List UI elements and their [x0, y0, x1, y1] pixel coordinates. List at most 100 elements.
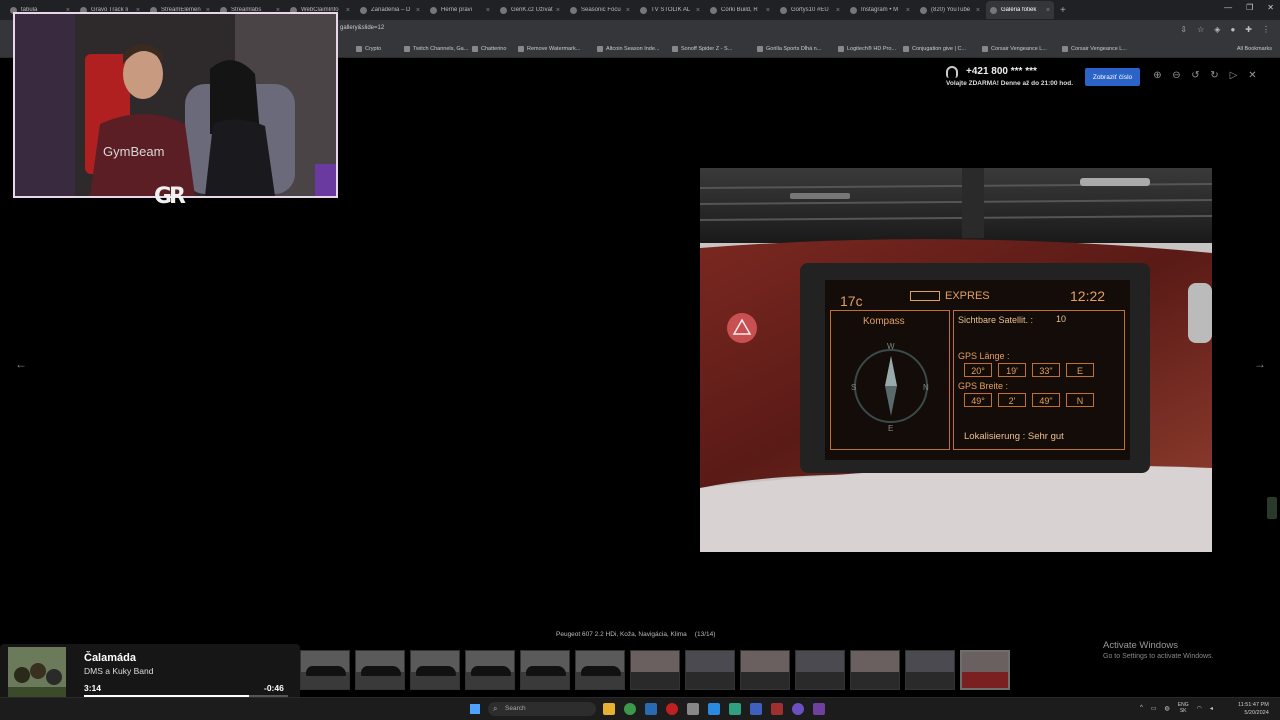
extension-icon[interactable]: ● [1230, 25, 1235, 34]
app-icon[interactable] [750, 703, 762, 715]
browser-tab[interactable]: (820) YouTube × [916, 1, 984, 19]
tab-close-icon[interactable]: × [416, 7, 420, 14]
gallery-thumbnail[interactable] [685, 650, 735, 690]
browser-tab[interactable]: Herné pravi × [426, 1, 494, 19]
gallery-thumbnail[interactable] [795, 650, 845, 690]
file-explorer-icon[interactable] [603, 703, 615, 715]
language-indicator[interactable]: ENG SK [1178, 702, 1189, 714]
app-icon[interactable] [708, 703, 720, 715]
store-icon[interactable] [645, 703, 657, 715]
obs-icon[interactable] [792, 703, 804, 715]
tab-close-icon[interactable]: × [836, 7, 840, 14]
nav-mode: EXPRES [945, 290, 990, 302]
app-icon[interactable] [729, 703, 741, 715]
discord-icon[interactable] [813, 703, 825, 715]
browser-tab[interactable]: Corki Build, R × [706, 1, 774, 19]
browser-tab[interactable]: TV STOLÍK AL × [636, 1, 704, 19]
zoom-out-icon[interactable]: ⊖ [1171, 70, 1182, 81]
menu-icon[interactable]: ⋮ [1262, 25, 1270, 34]
clock-time: 11:51:47 PM [1238, 702, 1269, 708]
phone-subtitle: Volajte ZDARMA! Denne až do 21:00 hod. [946, 80, 1074, 87]
close-window-icon[interactable]: ✕ [1267, 3, 1274, 12]
all-bookmarks[interactable]: All Bookmarks [1237, 46, 1272, 52]
browser-tab[interactable]: Zariadenia – D × [356, 1, 424, 19]
gallery-thumbnail[interactable] [905, 650, 955, 690]
tab-close-icon[interactable]: × [486, 7, 490, 14]
browser-tab[interactable]: Galéria fotiek × [986, 1, 1054, 19]
bookmark-item[interactable]: Corsair Vengeance L... [1062, 46, 1127, 52]
bookmark-item[interactable]: Gorilla Sports Dĺhá n... [757, 46, 821, 52]
gallery-thumbnail[interactable] [850, 650, 900, 690]
browser-tab[interactable]: Instagram • M × [846, 1, 914, 19]
new-tab-button[interactable]: + [1060, 5, 1066, 16]
close-gallery-icon[interactable]: ✕ [1247, 70, 1258, 81]
side-panel-handle[interactable] [1267, 497, 1277, 519]
url-field[interactable]: gallery&slide=12 [340, 25, 384, 31]
mic-icon[interactable]: ◍ [1165, 705, 1170, 712]
minimize-icon[interactable]: — [1224, 3, 1232, 12]
slideshow-icon[interactable]: ▷ [1228, 70, 1239, 81]
tab-favicon-icon [360, 6, 367, 14]
install-icon[interactable]: ⇩ [1180, 25, 1187, 34]
gallery-thumbnail[interactable] [300, 650, 350, 690]
gallery-thumbnail[interactable] [960, 650, 1010, 690]
next-arrow-icon[interactable]: → [1254, 357, 1266, 371]
tab-close-icon[interactable]: × [1046, 7, 1050, 14]
wifi-icon[interactable]: ◠ [1197, 705, 1202, 712]
tab-close-icon[interactable]: × [556, 7, 560, 14]
browser-tab[interactable]: GenK.cz Užívat × [496, 1, 564, 19]
show-number-button[interactable]: Zobraziť číslo [1085, 68, 1140, 86]
bookmark-favicon-icon [838, 46, 844, 52]
bookmark-item[interactable]: Crypto [356, 46, 381, 52]
windows-start-icon[interactable] [470, 704, 480, 714]
photo-caption: Peugeot 607 2.2 HDi, Koža, Navigácia, Kl… [556, 631, 715, 638]
compass-panel: Kompass W N S E [830, 310, 950, 450]
gallery-thumbnail[interactable] [740, 650, 790, 690]
rotate-right-icon[interactable]: ↻ [1209, 70, 1220, 81]
tab-close-icon[interactable]: × [976, 7, 980, 14]
gallery-thumbnail[interactable] [575, 650, 625, 690]
gallery-thumbnail[interactable] [630, 650, 680, 690]
bookmark-item[interactable]: Conjugation give | C... [903, 46, 966, 52]
app-icon[interactable] [687, 703, 699, 715]
gallery-thumbnail[interactable] [465, 650, 515, 690]
tab-close-icon[interactable]: × [906, 7, 910, 14]
tab-label: Corki Build, R [721, 7, 758, 13]
clock[interactable]: 11:51:47 PM 5/20/2024 [1238, 701, 1269, 717]
prev-arrow-icon[interactable]: ← [15, 357, 27, 371]
lang-line2: SK [1179, 708, 1187, 714]
bookmark-item[interactable]: Chatterino [472, 46, 506, 52]
extension-icon[interactable]: ◈ [1214, 25, 1220, 34]
bookmark-item[interactable]: Sonoff Spider Z - S... [672, 46, 732, 52]
app-icon[interactable] [771, 703, 783, 715]
chrome-icon[interactable] [624, 703, 636, 715]
activate-title: Activate Windows [1103, 640, 1178, 651]
browser-tab[interactable]: Seasonic Focu × [566, 1, 634, 19]
bookmark-item[interactable]: Remove Watermark... [518, 46, 580, 52]
headset-icon [946, 66, 958, 78]
rotate-left-icon[interactable]: ↺ [1190, 70, 1201, 81]
gallery-thumbnail[interactable] [410, 650, 460, 690]
caption-title: Peugeot 607 2.2 HDi, Koža, Navigácia, Kl… [556, 631, 687, 638]
zoom-in-icon[interactable]: ⊕ [1152, 70, 1163, 81]
network-icon[interactable]: ▭ [1151, 705, 1157, 712]
browser-tab[interactable]: Gortys10 #EU × [776, 1, 844, 19]
tab-close-icon[interactable]: × [626, 7, 630, 14]
chevron-up-icon[interactable]: ^ [1140, 705, 1143, 711]
taskbar-search[interactable]: ⌕ Search [488, 702, 596, 716]
tab-close-icon[interactable]: × [766, 7, 770, 14]
bookmark-item[interactable]: Altcoin Season Inde... [597, 46, 660, 52]
volume-icon[interactable]: ◂ [1210, 705, 1213, 712]
bookmark-star-icon[interactable]: ☆ [1197, 25, 1204, 34]
tab-close-icon[interactable]: × [696, 7, 700, 14]
puzzle-icon[interactable]: ✚ [1245, 25, 1252, 34]
bookmark-item[interactable]: Logitech® HD Pro... [838, 46, 896, 52]
bookmark-item[interactable]: Twitch Channels, Ga... [404, 46, 468, 52]
media-icon[interactable] [666, 703, 678, 715]
bookmark-item[interactable]: Corsair Vengeance L... [982, 46, 1047, 52]
tab-close-icon[interactable]: × [346, 7, 350, 14]
screen: tabula × Gravo Track li × StreamElemen × Strea… [0, 0, 1280, 720]
gallery-thumbnail[interactable] [520, 650, 570, 690]
restore-icon[interactable]: ❐ [1246, 3, 1253, 12]
gallery-thumbnail[interactable] [355, 650, 405, 690]
